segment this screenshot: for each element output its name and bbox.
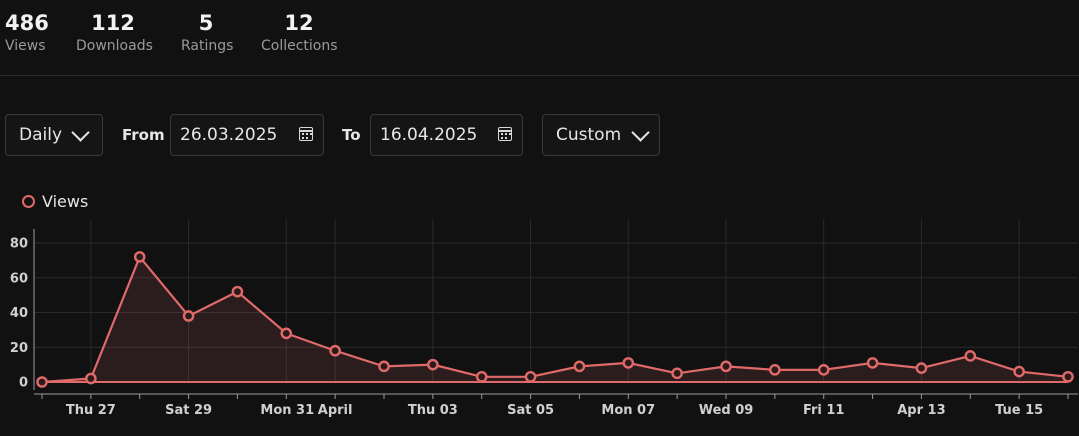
y-tick-label: 20 bbox=[10, 341, 28, 356]
data-point bbox=[1013, 365, 1025, 378]
series-area bbox=[42, 256, 1068, 382]
x-tick-label: Thu 27 bbox=[66, 403, 116, 418]
y-tick-label: 80 bbox=[10, 237, 28, 252]
x-tick-label: Sat 05 bbox=[507, 403, 554, 418]
data-point bbox=[378, 360, 390, 373]
y-tick-label: 60 bbox=[10, 271, 28, 286]
data-point bbox=[475, 370, 488, 383]
data-point bbox=[964, 350, 977, 362]
data-point bbox=[524, 370, 537, 383]
data-point bbox=[231, 285, 244, 298]
x-tick-label: Tue 15 bbox=[995, 403, 1043, 418]
data-point bbox=[36, 376, 48, 388]
data-point bbox=[573, 360, 586, 373]
data-point bbox=[671, 367, 683, 380]
data-point bbox=[915, 362, 928, 374]
data-point bbox=[817, 364, 830, 376]
x-tick-label: Fri 11 bbox=[803, 403, 845, 418]
x-tick-label: Mon 07 bbox=[601, 403, 655, 418]
data-point bbox=[720, 360, 732, 373]
data-point bbox=[1062, 370, 1074, 383]
x-tick-label: Thu 03 bbox=[408, 403, 458, 418]
data-point bbox=[280, 327, 293, 340]
x-tick-label: April bbox=[318, 403, 353, 418]
x-tick-label: Sat 29 bbox=[165, 403, 212, 418]
data-point bbox=[427, 358, 439, 371]
y-tick-label: 0 bbox=[19, 376, 28, 391]
data-point bbox=[85, 372, 97, 385]
data-point bbox=[769, 364, 781, 376]
x-tick-label: Wed 09 bbox=[699, 403, 754, 418]
data-point bbox=[622, 357, 635, 369]
data-point bbox=[866, 357, 879, 369]
x-tick-label: Apr 13 bbox=[897, 403, 945, 418]
data-point bbox=[329, 344, 341, 357]
x-tick-label: Mon 31 bbox=[260, 403, 314, 418]
y-tick-label: 40 bbox=[10, 306, 28, 321]
data-point bbox=[182, 310, 195, 322]
views-line-chart[interactable]: 0 20 40 60 80 Thu 27 Sat 29 Mon 31 April Thu 03 Sa… bbox=[0, 0, 1079, 436]
data-point bbox=[133, 251, 146, 263]
